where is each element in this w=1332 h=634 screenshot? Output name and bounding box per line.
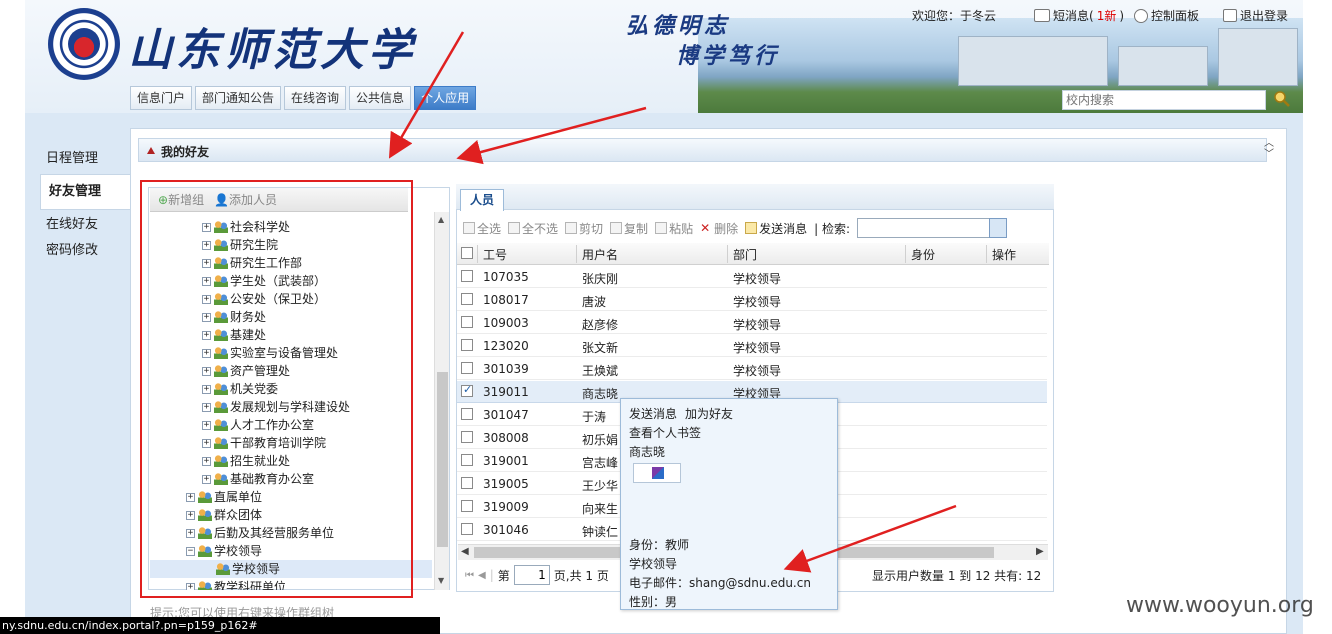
annotation-arrow xyxy=(783,504,957,573)
annotation-arrow xyxy=(388,31,465,159)
watermark: www.wooyun.org xyxy=(1126,593,1314,618)
annotation-arrows xyxy=(388,31,957,573)
browser-status-url: ny.sdnu.edu.cn/index.portal?.pn=p159_p16… xyxy=(0,617,440,634)
annotation-arrow xyxy=(456,106,647,165)
